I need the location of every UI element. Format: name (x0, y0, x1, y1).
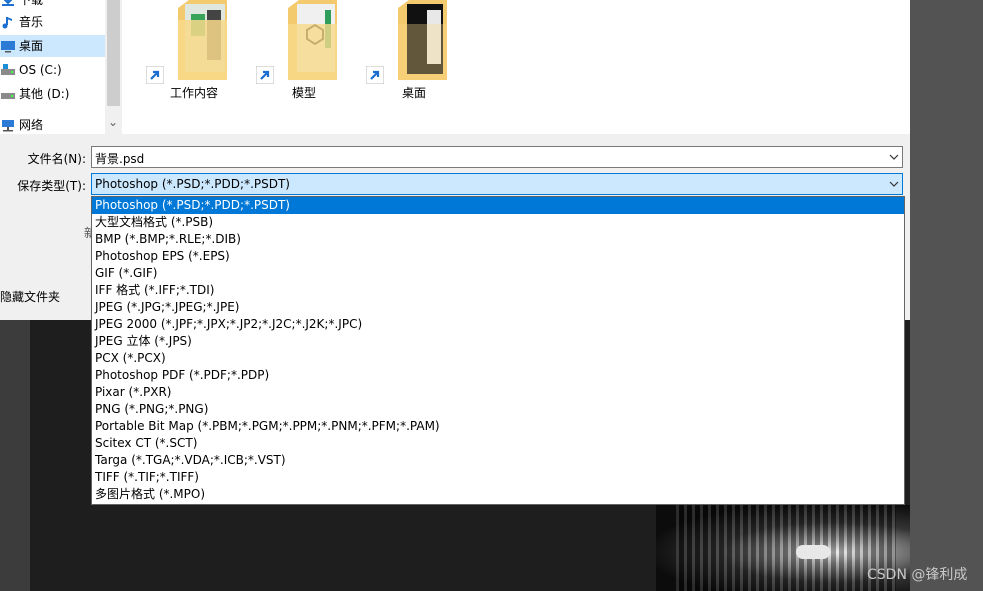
sidebar-item-downloads[interactable]: 下载 (0, 0, 105, 11)
dropdown-option[interactable]: Photoshop PDF (*.PDF;*.PDP) (92, 367, 904, 384)
sidebar-item-label: 其他 (D:) (19, 87, 70, 101)
sidebar-item-label: 网络 (19, 118, 44, 132)
scroll-down-icon[interactable]: ⌄ (108, 116, 118, 128)
folder-shortcut-icon (288, 0, 337, 80)
dropdown-option[interactable]: PNG (*.PNG;*.PNG) (92, 401, 904, 418)
file-name: 工作内容 (169, 86, 218, 100)
network-icon (2, 120, 14, 132)
file-item[interactable]: 模型 (256, 0, 352, 110)
filetype-label: 保存类型(T): (17, 179, 86, 193)
filename-label: 文件名(N): (27, 152, 86, 166)
watermark: CSDN @锋利成 (867, 567, 968, 583)
dropdown-option[interactable]: Pixar (*.PXR) (92, 384, 904, 401)
dropdown-option[interactable]: JPEG 2000 (*.JPF;*.JPX;*.JP2;*.J2C;*.J2K… (92, 316, 904, 333)
shortcut-arrow-icon (256, 66, 274, 84)
filetype-select[interactable]: Photoshop (*.PSD;*.PDD;*.PSDT) (91, 173, 903, 195)
sidebar-item-desktop[interactable]: 桌面 (0, 35, 105, 57)
dropdown-option[interactable]: GIF (*.GIF) (92, 265, 904, 282)
sidebar-item-label: 桌面 (19, 39, 44, 53)
download-icon (2, 0, 14, 6)
sidebar-item-network[interactable]: 网络 (0, 114, 105, 136)
dropdown-option[interactable]: PCX (*.PCX) (92, 350, 904, 367)
dropdown-option[interactable]: Targa (*.TGA;*.VDA;*.ICB;*.VST) (92, 452, 904, 469)
dropdown-option[interactable]: BMP (*.BMP;*.RLE;*.DIB) (92, 231, 904, 248)
dropdown-option[interactable]: 多图片格式 (*.MPO) (92, 486, 904, 503)
filename-value: 背景.psd (95, 152, 145, 166)
tree-scrollbar[interactable]: ⌄ (105, 0, 122, 134)
sidebar-item-label: 音乐 (19, 15, 44, 29)
sidebar-item-drive-d[interactable]: 其他 (D:) (0, 83, 105, 105)
dropdown-option[interactable]: JPEG (*.JPG;*.JPEG;*.JPE) (92, 299, 904, 316)
folder-shortcut-icon (398, 0, 447, 80)
sidebar-item-music[interactable]: 音乐 (0, 11, 105, 33)
navigation-tree: 下载 音乐 桌面 OS (C:) 其他 (D:) 网络 (0, 0, 105, 134)
chevron-down-icon[interactable] (889, 179, 899, 189)
file-list: 工作内容 模型 桌面 (122, 0, 910, 134)
drive-icon (1, 64, 15, 75)
dropdown-option[interactable]: Photoshop (*.PSD;*.PDD;*.PSDT) (92, 197, 904, 214)
dropdown-option[interactable]: 大型文档格式 (*.PSB) (92, 214, 904, 231)
dropdown-option[interactable]: JPEG 立体 (*.JPS) (92, 333, 904, 350)
dropdown-option[interactable]: Photoshop EPS (*.EPS) (92, 248, 904, 265)
music-icon (2, 17, 12, 29)
file-name: 桌面 (401, 86, 426, 100)
shortcut-arrow-icon (366, 66, 384, 84)
ps-toolbar-strip (0, 320, 30, 591)
dropdown-option[interactable]: IFF 格式 (*.IFF;*.TDI) (92, 282, 904, 299)
sidebar-item-label: OS (C:) (19, 63, 62, 77)
filetype-value: Photoshop (*.PSD;*.PDD;*.PSDT) (95, 177, 290, 191)
dropdown-option[interactable]: Portable Bit Map (*.PBM;*.PGM;*.PPM;*.PN… (92, 418, 904, 435)
dropdown-option[interactable]: Scitex CT (*.SCT) (92, 435, 904, 452)
folder-shortcut-icon (178, 0, 227, 80)
hide-folders-toggle[interactable]: 隐藏文件夹 (0, 288, 60, 305)
dropdown-option[interactable]: TIFF (*.TIF;*.TIFF) (92, 469, 904, 486)
sidebar-item-drive-c[interactable]: OS (C:) (0, 59, 105, 81)
filetype-dropdown-list: Photoshop (*.PSD;*.PDD;*.PSDT) 大型文档格式 (*… (91, 196, 905, 505)
file-item[interactable]: 工作内容 (146, 0, 242, 110)
shortcut-arrow-icon (146, 66, 164, 84)
scrollbar-thumb[interactable] (107, 0, 120, 106)
sidebar-item-label: 下载 (19, 0, 44, 7)
file-item[interactable]: 桌面 (366, 0, 462, 110)
chevron-down-icon[interactable] (889, 152, 899, 162)
desktop-icon (1, 41, 15, 53)
drive-icon (1, 93, 15, 99)
ps-right-panel (910, 0, 983, 591)
file-name: 模型 (291, 86, 316, 100)
filename-input[interactable]: 背景.psd (91, 146, 903, 168)
